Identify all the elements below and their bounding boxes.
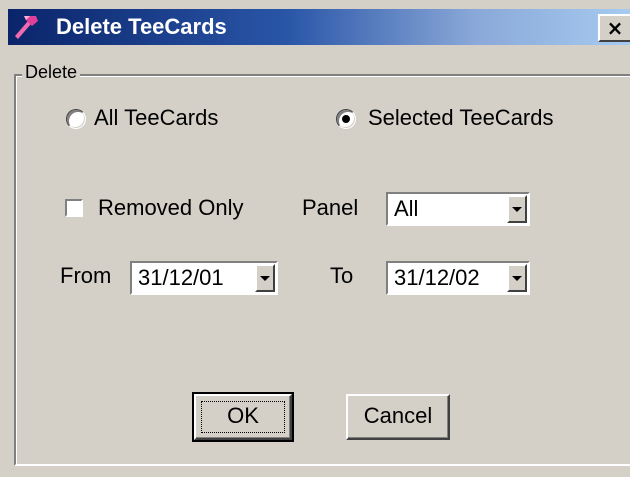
to-date-value: 31/12/02	[394, 265, 480, 290]
ok-button[interactable]: OK	[192, 392, 294, 442]
removed-only-label[interactable]: Removed Only	[98, 194, 244, 222]
from-label: From	[60, 263, 112, 288]
from-date-dropdown-button[interactable]	[255, 264, 275, 292]
to-date-dropdown-button[interactable]	[507, 264, 527, 292]
ok-button-label: OK	[227, 403, 259, 428]
all-teecards-radio[interactable]	[66, 109, 86, 129]
all-teecards-label[interactable]: All TeeCards	[94, 104, 218, 132]
removed-only-checkbox[interactable]	[65, 199, 83, 217]
cancel-button[interactable]: Cancel	[346, 394, 450, 440]
panel-select-value: All	[394, 196, 419, 221]
panel-label: Panel	[302, 195, 359, 220]
delete-teecards-dialog: Delete TeeCards × Delete All TeeCards Se…	[0, 0, 630, 477]
to-date-picker[interactable]: 31/12/02	[386, 261, 530, 295]
close-button[interactable]: ×	[598, 14, 630, 42]
to-label: To	[330, 263, 354, 288]
panel-select[interactable]: All	[386, 192, 530, 226]
from-date-value: 31/12/01	[138, 265, 224, 290]
title-bar[interactable]: Delete TeeCards	[8, 9, 630, 45]
close-icon: ×	[606, 16, 624, 40]
selected-teecards-label[interactable]: Selected TeeCards	[368, 104, 554, 132]
selected-teecards-radio[interactable]	[336, 109, 356, 129]
chevron-down-icon	[260, 276, 270, 281]
chevron-down-icon	[512, 207, 522, 212]
radio-selected-dot	[342, 115, 350, 123]
groupbox-legend: Delete	[22, 60, 81, 84]
chevron-down-icon	[512, 276, 522, 281]
panel-dropdown-button[interactable]	[507, 195, 527, 223]
hammer-icon	[15, 16, 38, 39]
from-date-picker[interactable]: 31/12/01	[130, 261, 278, 295]
cancel-button-label: Cancel	[363, 403, 433, 428]
window-title: Delete TeeCards	[56, 14, 227, 39]
